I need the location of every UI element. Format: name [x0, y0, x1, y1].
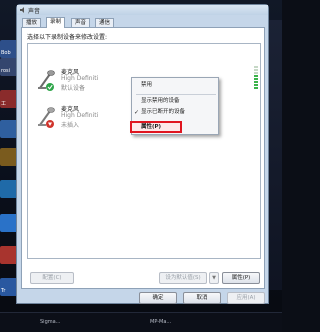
- device-status: 未插入: [61, 122, 80, 129]
- set-default-dropdown-button[interactable]: ▼: [209, 272, 219, 284]
- tab-sounds[interactable]: 声音: [71, 18, 91, 27]
- device-list[interactable]: 麦克风 High Definiti 默认设备 麦克风 High Definiti…: [27, 43, 261, 259]
- level-bar-segment: [254, 81, 258, 83]
- desktop-icon-2-label: rosi: [1, 68, 10, 74]
- level-bar-segment: [254, 72, 258, 74]
- chevron-down-icon: ▼: [212, 275, 216, 281]
- green-check-icon: [46, 83, 54, 91]
- taskbar-item-2[interactable]: MP-Ma...: [150, 319, 171, 325]
- tab-communications-label: 通信: [99, 20, 111, 26]
- sound-dialog: 声音 播放 录制 声音 通信 选择以下录制设备来修改设置: 麦克风 High D…: [16, 4, 269, 304]
- tab-playback-label: 播放: [26, 20, 38, 26]
- recording-panel: 选择以下录制设备来修改设置: 麦克风 High Definiti 默认设备 麦克…: [21, 27, 265, 289]
- tab-sounds-label: 声音: [75, 20, 87, 26]
- menu-separator: [136, 94, 216, 95]
- level-bar-segment: [254, 87, 258, 89]
- menu-item-show-disabled-label: 显示禁用的设备: [141, 98, 180, 104]
- level-bar-segment: [254, 66, 258, 68]
- microphone-icon: [38, 107, 55, 128]
- cancel-button[interactable]: 取消: [183, 292, 221, 304]
- title-bar[interactable]: 声音: [17, 5, 268, 15]
- menu-item-properties[interactable]: 属性(P): [130, 121, 182, 133]
- speaker-icon: [20, 7, 24, 13]
- tab-recording[interactable]: 录制: [46, 17, 66, 28]
- context-menu: 禁用 显示禁用的设备 ✓ 显示已断开的设备 属性(P): [130, 77, 219, 135]
- configure-button[interactable]: 配置(C): [30, 272, 74, 284]
- menu-item-show-disabled[interactable]: 显示禁用的设备: [132, 96, 218, 107]
- window-title: 声音: [28, 8, 41, 15]
- ok-button[interactable]: 确定: [139, 292, 177, 304]
- level-bar-segment: [254, 75, 258, 77]
- input-level-meter: [254, 66, 258, 92]
- device-description: High Definiti: [61, 75, 99, 82]
- level-bar-segment: [254, 78, 258, 80]
- menu-item-disable-label: 禁用: [141, 82, 153, 88]
- menu-item-show-disconnected[interactable]: ✓ 显示已断开的设备: [132, 107, 218, 118]
- desktop-icon-3-label: 工: [1, 101, 7, 107]
- microphone-icon: [38, 70, 55, 91]
- desktop-icon-9-label: Tr: [1, 288, 6, 294]
- device-status: 默认设备: [61, 85, 86, 92]
- properties-button[interactable]: 属性(P): [222, 272, 260, 284]
- instruction-text: 选择以下录制设备来修改设置:: [27, 34, 108, 41]
- device-description: High Definiti: [61, 112, 99, 119]
- checkmark-icon: ✓: [134, 109, 140, 116]
- tab-playback[interactable]: 播放: [22, 18, 42, 27]
- tab-communications[interactable]: 通信: [95, 18, 115, 27]
- tab-recording-label: 录制: [50, 19, 62, 25]
- menu-item-properties-label: 属性(P): [141, 124, 162, 130]
- menu-item-disable[interactable]: 禁用: [132, 80, 218, 91]
- apply-button[interactable]: 应用(A): [227, 292, 265, 304]
- level-bar-segment: [254, 84, 258, 86]
- level-bar-segment: [254, 69, 258, 71]
- taskbar-item-1[interactable]: Sigma...: [40, 319, 60, 325]
- set-default-button[interactable]: 设为默认值(S): [159, 272, 207, 284]
- taskbar: Sigma... MP-Ma...: [0, 312, 282, 332]
- desktop-icon-1-label: Bob: [1, 50, 11, 56]
- menu-item-show-disconnected-label: 显示已断开的设备: [141, 109, 186, 115]
